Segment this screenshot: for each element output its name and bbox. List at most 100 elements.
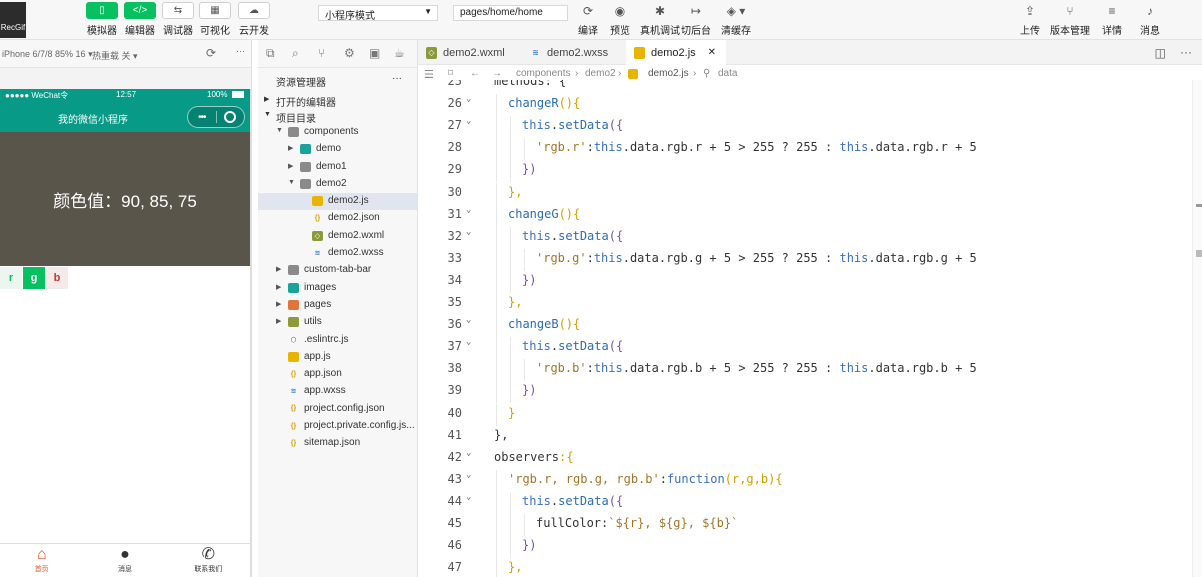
file-item[interactable]: app.js: [258, 349, 417, 366]
device-select[interactable]: iPhone 6/7/8 85% 16 ▾: [2, 49, 93, 60]
toolbar-button-branch[interactable]: ⑂ 版本管理: [1050, 2, 1090, 38]
refresh-icon[interactable]: ⟳: [206, 46, 216, 60]
chevron-right-icon[interactable]: ▶: [276, 265, 281, 273]
scroll-thumb[interactable]: [1196, 250, 1202, 257]
toolbar-button-bell[interactable]: ♪ 消息: [1134, 2, 1166, 38]
line-number: 43: [447, 471, 462, 486]
button-b[interactable]: b: [46, 267, 68, 289]
code-line: 42 ⌄ observers:{: [418, 448, 1202, 470]
breadcrumb-item[interactable]: data: [718, 68, 737, 79]
more-icon[interactable]: ···: [236, 46, 245, 56]
folder-item[interactable]: ▶ pages: [258, 297, 417, 314]
toolbar-button-label: 真机调试: [640, 26, 680, 37]
file-item[interactable]: demo2.js: [258, 193, 417, 211]
explorer-more-icon[interactable]: ···: [392, 73, 402, 84]
battery-icon: [232, 91, 244, 98]
tab-home[interactable]: ⌂ 首页: [0, 544, 83, 577]
tab-message[interactable]: ● 消息: [83, 544, 166, 577]
extensions-icon[interactable]: ▣: [369, 46, 380, 60]
project-section[interactable]: ▼ 项目目录: [258, 108, 417, 125]
file-item[interactable]: {} project.private.config.js...: [258, 418, 417, 435]
more-dots-icon[interactable]: •••: [188, 112, 216, 123]
folder-item[interactable]: ▼ demo2: [258, 176, 417, 193]
toolbar-button-menu[interactable]: ≡ 详情: [1096, 2, 1128, 38]
toolbar-button-visual[interactable]: ▦ 可视化: [199, 2, 231, 38]
branch-icon[interactable]: ⑂: [318, 46, 325, 60]
folder-item[interactable]: ▶ demo1: [258, 159, 417, 176]
breadcrumb-item[interactable]: components: [516, 68, 570, 79]
split-editor-icon[interactable]: ◫: [1155, 46, 1166, 60]
line-number: 26: [447, 96, 462, 111]
mode-select[interactable]: 小程序模式 ▼: [318, 5, 438, 22]
folder-item[interactable]: ▶ images: [258, 280, 417, 297]
fold-chevron-icon[interactable]: ⌄: [466, 448, 471, 458]
kettle-icon[interactable]: ☕: [394, 46, 405, 60]
folder-item[interactable]: ▼ components: [258, 124, 417, 141]
fold-chevron-icon[interactable]: ⌄: [466, 205, 471, 215]
chevron-right-icon[interactable]: ▶: [276, 283, 281, 291]
file-item[interactable]: ◇ demo2.wxml: [258, 228, 417, 245]
toolbar-button-eye[interactable]: ◉ 预览: [604, 2, 636, 38]
breadcrumb-item[interactable]: demo2: [585, 68, 616, 79]
button-g[interactable]: g: [23, 267, 45, 289]
editor-tab[interactable]: demo2.js ✕: [626, 40, 726, 65]
close-target-icon[interactable]: [217, 111, 245, 123]
file-item[interactable]: {} project.config.json: [258, 401, 417, 418]
open-editors-section[interactable]: ▶ 打开的编辑器: [258, 92, 417, 109]
tab-phone-call[interactable]: ✆ 联系我们: [167, 544, 250, 577]
debug-icon[interactable]: ⚙: [344, 46, 355, 60]
toolbar-button-refresh[interactable]: ⟳ 编译: [572, 2, 604, 38]
editor-tab[interactable]: ≋ demo2.wxss: [522, 40, 622, 65]
chevron-right-icon[interactable]: ▶: [276, 317, 281, 325]
file-item[interactable]: ≋ app.wxss: [258, 383, 417, 400]
hot-reload-select[interactable]: 热重载 关 ▾: [92, 49, 138, 62]
editor-tab[interactable]: ◇ demo2.wxml: [418, 40, 518, 65]
toolbar-button-layers[interactable]: ◈ ▾ 清缓存: [720, 2, 752, 38]
fold-chevron-icon[interactable]: ⌄: [466, 470, 471, 480]
folder-item[interactable]: ▶ custom-tab-bar: [258, 262, 417, 279]
breadcrumb-item[interactable]: demo2.js: [648, 68, 689, 79]
file-item[interactable]: {} sitemap.json: [258, 435, 417, 452]
chevron-down-icon[interactable]: ▼: [276, 127, 283, 134]
toolbar-button-upload[interactable]: ⇪ 上传: [1014, 2, 1046, 38]
capsule-menu[interactable]: •••: [187, 106, 245, 128]
button-r[interactable]: r: [0, 267, 22, 289]
file-name: demo: [316, 143, 342, 155]
folder-item[interactable]: ▶ utils: [258, 314, 417, 331]
chevron-right-icon[interactable]: ▶: [276, 300, 281, 308]
fold-chevron-icon[interactable]: ⌄: [466, 492, 471, 502]
toolbar-button-phone[interactable]: ▯ 模拟器: [86, 2, 118, 38]
fold-chevron-icon[interactable]: ⌄: [466, 116, 471, 126]
more-actions-icon[interactable]: ···: [1180, 45, 1192, 59]
file-item[interactable]: ⬡ .eslintrc.js: [258, 332, 417, 349]
folder-item[interactable]: ▶ demo: [258, 141, 417, 158]
fold-chevron-icon[interactable]: ⌄: [466, 315, 471, 325]
folder-icon: [288, 317, 299, 328]
chevron-right-icon[interactable]: ▶: [288, 162, 293, 170]
fold-chevron-icon[interactable]: ⌄: [466, 337, 471, 347]
toolbar-button-code[interactable]: </> 编辑器: [124, 2, 156, 38]
files-icon[interactable]: ⧉: [266, 46, 275, 61]
line-number: 29: [447, 162, 462, 177]
back-icon[interactable]: ←: [470, 68, 480, 79]
toolbar-button-debug[interactable]: ⇆ 调试器: [162, 2, 194, 38]
file-item[interactable]: ≋ demo2.wxss: [258, 245, 417, 262]
forward-icon[interactable]: →: [492, 68, 502, 79]
code-token: ({: [608, 339, 624, 354]
page-select[interactable]: pages/home/home: [453, 5, 568, 21]
toolbar-button-bug[interactable]: ✱ 真机调试: [640, 2, 680, 38]
fold-chevron-icon[interactable]: ⌄: [466, 227, 471, 237]
chevron-right-icon[interactable]: ▶: [288, 144, 293, 152]
file-item[interactable]: {} demo2.json: [258, 210, 417, 227]
file-item[interactable]: {} app.json: [258, 366, 417, 383]
search-icon[interactable]: ⌕: [292, 46, 299, 61]
editor-scrollbar[interactable]: [1192, 80, 1202, 577]
close-icon[interactable]: ✕: [708, 47, 716, 58]
bookmark-icon[interactable]: ⌑: [448, 68, 453, 79]
line-number: 27: [447, 118, 462, 133]
toolbar-button-background[interactable]: ↦ 切后台: [680, 2, 712, 38]
fold-chevron-icon[interactable]: ⌄: [466, 94, 471, 104]
chevron-down-icon[interactable]: ▼: [288, 179, 295, 186]
toolbar-button-cloud[interactable]: ☁ 云开发: [238, 2, 270, 38]
code-area[interactable]: 25 methods: {26 ⌄ changeR(){27 ⌄ this.setData…: [418, 80, 1202, 577]
